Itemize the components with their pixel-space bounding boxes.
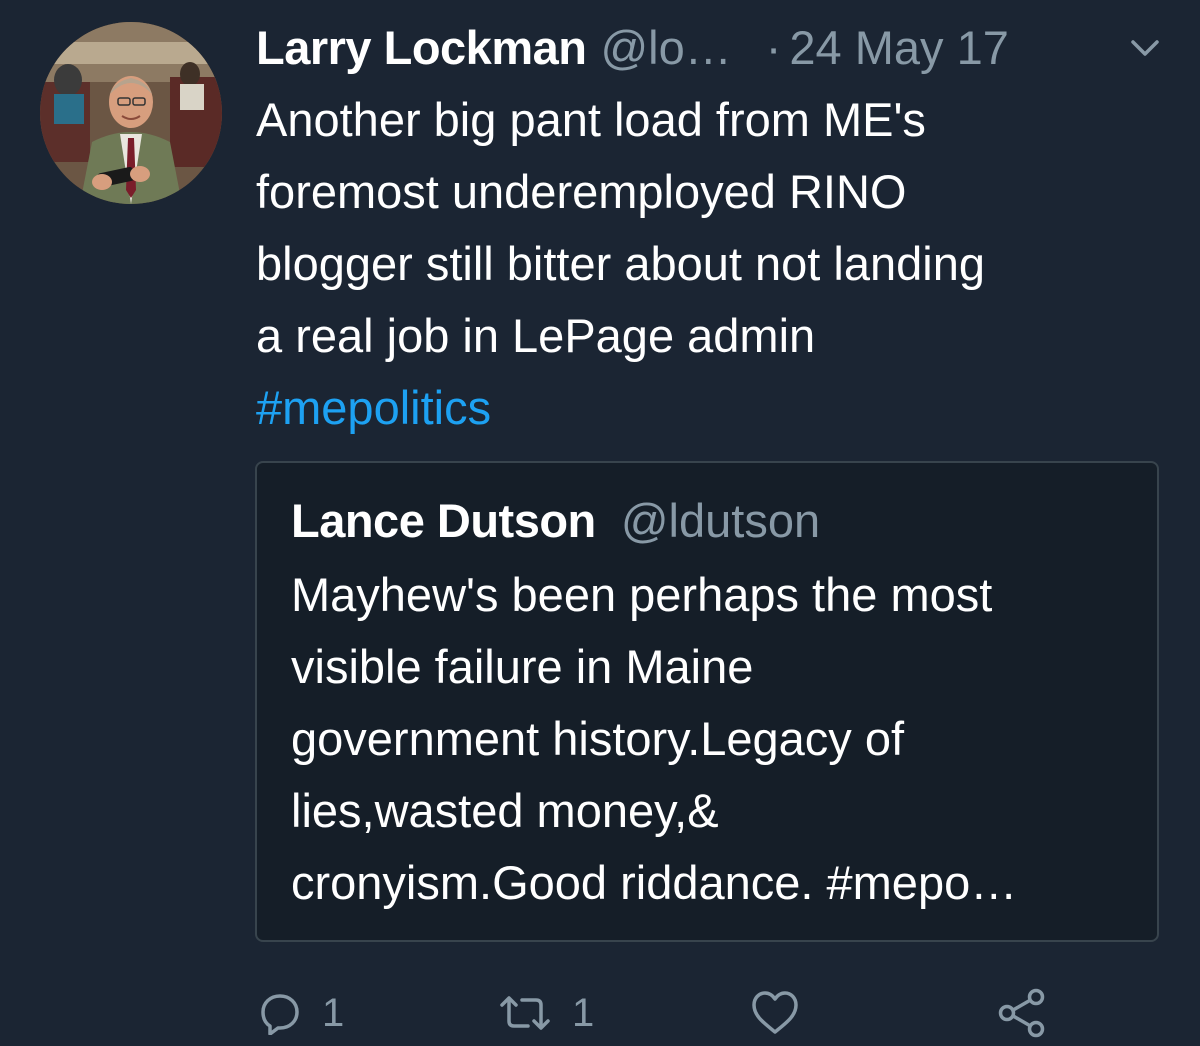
tweet-date[interactable]: 24 May 17	[789, 18, 1008, 78]
quoted-tweet-header: Lance Dutson @ldutson	[291, 491, 820, 551]
separator-dot: ·	[765, 21, 782, 74]
retweet-button[interactable]: 1	[498, 980, 594, 1046]
quoted-tweet-card[interactable]: Lance Dutson @ldutson Mayhew's been perh…	[255, 461, 1159, 942]
hashtag-link[interactable]: #mepolitics	[256, 372, 1156, 444]
author-display-name[interactable]: Larry Lockman	[256, 18, 587, 78]
tweet[interactable]: Larry Lockman @lo… · 24 May 17 Another b…	[0, 0, 1200, 1046]
tweet-text-line: Another big pant load from ME's	[256, 93, 926, 146]
like-button[interactable]	[750, 980, 800, 1046]
reply-button[interactable]: 1	[258, 980, 344, 1046]
share-button[interactable]	[996, 980, 1048, 1046]
tweet-actions-bar: 1 1	[0, 980, 1200, 1046]
author-handle[interactable]: @lo…	[600, 18, 731, 78]
quoted-text-line: visible failure in Maine	[291, 640, 754, 693]
tweet-text-line: foremost underemployed RINO	[256, 165, 907, 218]
quoted-author-handle: @ldutson	[620, 494, 821, 547]
reply-count: 1	[322, 991, 345, 1035]
quoted-text-line: lies,wasted money,&	[291, 784, 719, 837]
quoted-tweet-text: Mayhew's been perhaps the most visible f…	[291, 559, 1141, 919]
author-avatar[interactable]	[40, 22, 222, 204]
share-icon	[998, 988, 1045, 1038]
chevron-down-icon[interactable]	[1128, 36, 1162, 60]
quoted-text-line: government history.Legacy of	[291, 712, 905, 765]
tweet-text-line: a real job in LePage admin	[256, 309, 816, 362]
retweet-count: 1	[572, 991, 595, 1035]
quoted-text-line: cronyism.Good riddance. #mepo…	[291, 856, 1018, 909]
retweet-icon	[500, 996, 550, 1030]
profile-photo-icon	[40, 22, 222, 204]
quoted-text-line: Mayhew's been perhaps the most	[291, 568, 993, 621]
reply-icon	[261, 994, 299, 1035]
quoted-author-display-name: Lance Dutson	[291, 494, 596, 547]
tweet-text: Another big pant load from ME's foremost…	[256, 84, 1156, 444]
heart-icon	[752, 991, 798, 1034]
tweet-text-line: blogger still bitter about not landing	[256, 237, 985, 290]
tweet-header: Larry Lockman @lo… · 24 May 17	[256, 18, 1156, 78]
